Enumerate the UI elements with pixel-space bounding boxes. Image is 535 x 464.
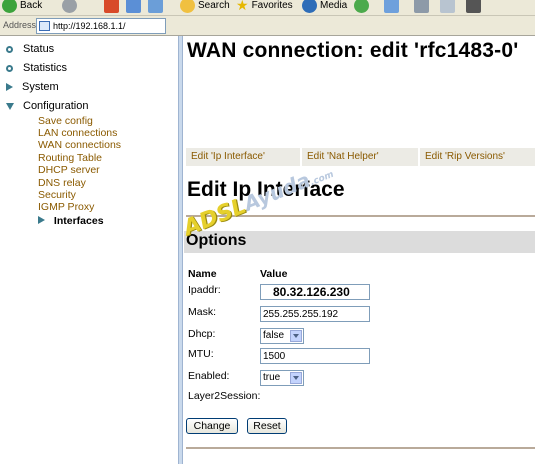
sidebar-subitem-igmp-proxy[interactable]: IGMP Proxy [38, 201, 94, 213]
back-arrow-icon [2, 0, 17, 13]
sidebar-subitem-routing-table[interactable]: Routing Table [38, 152, 102, 164]
mask-label: Mask: [188, 306, 217, 318]
mask-field[interactable] [260, 306, 370, 322]
print-icon [414, 0, 429, 13]
frame-splitter[interactable] [178, 36, 183, 464]
mtu-label: MTU: [188, 348, 214, 360]
media-label: Media [320, 0, 348, 11]
chevron-down-icon [290, 372, 302, 384]
sidebar-subitem-dhcp-server[interactable]: DHCP server [38, 164, 100, 176]
refresh-button[interactable] [126, 0, 144, 14]
address-bar: Address http://192.168.1.1/ [0, 16, 535, 36]
reset-button[interactable]: Reset [247, 418, 287, 434]
edit-icon [440, 0, 455, 13]
sidebar-subitem-dns-relay[interactable]: DNS relay [38, 177, 86, 189]
edit-button[interactable] [440, 0, 458, 14]
tab-edit-rip-versions[interactable]: Edit 'Rip Versions' [420, 148, 535, 166]
circle-bullet-icon [6, 45, 13, 53]
divider [186, 215, 535, 217]
dhcp-select-value: false [263, 330, 285, 341]
section-title: Edit Ip Interface [187, 178, 345, 201]
tab-bar: Edit 'Ip Interface' Edit 'Nat Helper' Ed… [184, 148, 535, 166]
sidebar-item-label: Configuration [23, 100, 89, 112]
options-header: Options [184, 231, 535, 253]
collapse-arrow-icon [6, 102, 14, 110]
sidebar-item-label: Status [23, 43, 55, 55]
sidebar-subitem-lan-connections[interactable]: LAN connections [38, 127, 117, 139]
sidebar-item-system[interactable]: System [6, 81, 59, 93]
star-icon: ★ [236, 0, 249, 13]
mail-icon [384, 0, 399, 13]
messenger-icon [466, 0, 481, 13]
home-icon [148, 0, 163, 13]
home-button[interactable] [148, 0, 166, 14]
media-icon [302, 0, 317, 13]
search-icon [180, 0, 195, 13]
sidebar-subitem-interfaces[interactable]: Interfaces [38, 215, 104, 227]
chevron-down-icon [290, 330, 302, 342]
dhcp-label: Dhcp: [188, 328, 216, 340]
circle-bullet-icon [6, 64, 13, 72]
page-title: WAN connection: edit 'rfc1483-0' [187, 39, 519, 62]
stop-icon [104, 0, 119, 13]
current-arrow-icon [38, 216, 45, 224]
mail-button[interactable] [384, 0, 402, 14]
favorites-button[interactable]: ★ Favorites [236, 0, 293, 14]
options-title: Options [186, 232, 247, 249]
sidebar: Status Statistics System Configuration S… [0, 36, 178, 464]
sidebar-subitem-label: Interfaces [53, 215, 104, 227]
enabled-select[interactable]: true [260, 370, 304, 386]
change-button[interactable]: Change [186, 418, 238, 434]
sidebar-subitem-save-config[interactable]: Save config [38, 115, 93, 127]
forward-arrow-icon [62, 0, 77, 13]
back-label: Back [20, 0, 43, 11]
print-button[interactable] [414, 0, 432, 14]
search-button[interactable]: Search [180, 0, 230, 14]
media-button[interactable]: Media [302, 0, 347, 14]
sidebar-item-label: Statistics [23, 62, 68, 74]
ipaddr-label: Ipaddr: [188, 284, 221, 296]
address-url: http://192.168.1.1/ [53, 21, 126, 31]
page-icon [39, 21, 50, 31]
tab-edit-nat-helper[interactable]: Edit 'Nat Helper' [302, 148, 418, 166]
address-label: Address [3, 20, 37, 30]
tab-edit-ip-interface[interactable]: Edit 'Ip Interface' [186, 148, 300, 166]
browser-toolbar: Back Search ★ Favorites Media [0, 0, 535, 16]
search-label: Search [198, 0, 230, 11]
history-icon [354, 0, 369, 13]
stop-button[interactable] [104, 0, 122, 14]
sidebar-item-configuration[interactable]: Configuration [6, 100, 88, 112]
history-button[interactable] [354, 0, 372, 14]
refresh-icon [126, 0, 141, 13]
back-button[interactable]: Back [2, 0, 42, 14]
sidebar-item-label: System [22, 81, 59, 93]
main-content: WAN connection: edit 'rfc1483-0' Edit 'I… [184, 36, 535, 464]
forward-button[interactable] [62, 0, 80, 14]
enabled-select-value: true [263, 372, 281, 383]
column-header-value: Value [260, 268, 288, 280]
layer2session-label: Layer2Session: [188, 390, 261, 402]
address-input[interactable]: http://192.168.1.1/ [36, 18, 166, 34]
sidebar-subitem-wan-connections[interactable]: WAN connections [38, 139, 121, 151]
sidebar-item-status[interactable]: Status [6, 43, 54, 55]
ipaddr-field[interactable] [260, 284, 370, 300]
mtu-field[interactable] [260, 348, 370, 364]
enabled-label: Enabled: [188, 370, 230, 382]
dhcp-select[interactable]: false [260, 328, 304, 344]
messenger-button[interactable] [466, 0, 484, 14]
favorites-label: Favorites [251, 0, 293, 11]
bottom-divider [186, 447, 535, 449]
sidebar-subitem-security[interactable]: Security [38, 189, 76, 201]
column-header-name: Name [188, 268, 217, 280]
sidebar-item-statistics[interactable]: Statistics [6, 62, 67, 74]
expand-arrow-icon [6, 83, 13, 91]
